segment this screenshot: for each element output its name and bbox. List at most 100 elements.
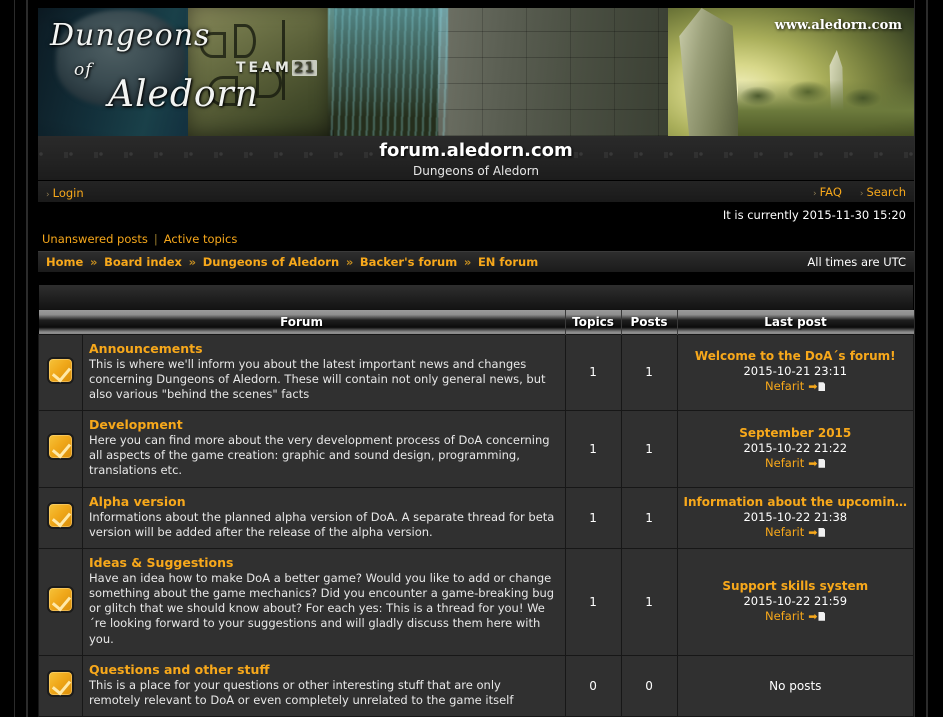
forum-table-header-row: Forum Topics Posts Last post	[38, 310, 914, 334]
forum-table-body: Announcements This is where we'll inform …	[38, 333, 915, 717]
goto-last-post-arrow-icon[interactable]: ➡	[808, 457, 817, 470]
last-post-author-row: Nefarit ➡	[684, 609, 907, 623]
nav-right-group: › FAQ › Search	[813, 185, 906, 199]
forum-title-link[interactable]: Ideas & Suggestions	[89, 555, 555, 570]
frame-rail-left-3	[27, 0, 28, 717]
quicklinks-separator: |	[153, 232, 158, 246]
forum-row: Alpha version Informations about the plan…	[38, 486, 915, 549]
forum-title-link[interactable]: Questions and other stuff	[89, 662, 555, 677]
page-root: Dungeons of Aledorn TEAM 21 www.aledorn.c…	[0, 0, 943, 717]
goto-last-post-arrow-icon[interactable]: ➡	[808, 610, 817, 623]
forum-topics-count: 1	[564, 547, 622, 656]
forum-unread-icon[interactable]	[47, 356, 74, 384]
current-time-row: It is currently 2015-11-30 15:20	[38, 203, 914, 227]
last-post-title-link[interactable]: September 2015	[684, 426, 907, 440]
last-post-title-link[interactable]: Support skills system	[684, 579, 907, 593]
last-post-author-link[interactable]: Nefarit	[765, 609, 804, 623]
forum-info-cell: Announcements This is where we'll inform …	[82, 333, 566, 412]
forum-posts-count: 1	[620, 333, 678, 412]
breadcrumb-item-en-forum[interactable]: EN forum	[478, 255, 538, 269]
forum-icon-cell	[38, 486, 83, 549]
forum-icon-cell	[38, 654, 83, 717]
team-number: 21	[291, 60, 318, 76]
last-post-page-icon[interactable]	[818, 527, 826, 537]
forum-description: Have an idea how to make DoA a better ga…	[89, 570, 555, 646]
last-post-page-icon[interactable]	[818, 458, 826, 468]
forum-unread-icon[interactable]	[47, 670, 74, 698]
bullet-arrow-icon: ›	[46, 190, 50, 200]
forum-icon-cell	[38, 547, 83, 656]
team21-logo: TEAM 21	[236, 60, 318, 76]
main-nav-bar: › Login › FAQ › Search	[38, 181, 914, 203]
last-post-date: 2015-10-22 21:22	[743, 440, 848, 455]
breadcrumb-separator-icon: »	[463, 255, 472, 269]
bullet-arrow-icon: ›	[812, 188, 817, 199]
forum-posts-count: 1	[620, 547, 678, 656]
active-topics-link[interactable]: Active topics	[164, 232, 238, 246]
forum-unread-icon[interactable]	[47, 502, 74, 530]
forum-posts-count: 1	[620, 486, 678, 549]
site-description: Dungeons of Aledorn	[412, 164, 540, 178]
forum-last-post-cell: September 2015 2015-10-22 21:22 Nefarit ➡	[676, 410, 915, 488]
faq-link[interactable]: › FAQ	[813, 185, 842, 199]
last-post-author-link[interactable]: Nefarit	[765, 379, 804, 393]
unanswered-posts-link[interactable]: Unanswered posts	[42, 232, 148, 246]
site-banner[interactable]: Dungeons of Aledorn TEAM 21 www.aledorn.c…	[38, 8, 914, 136]
breadcrumb-separator-icon: »	[89, 255, 98, 269]
frame-rail-right-1	[914, 0, 915, 717]
last-post-date: 2015-10-22 21:59	[743, 593, 848, 608]
column-header-posts: Posts	[621, 310, 678, 334]
bullet-arrow-icon: ›	[859, 188, 864, 199]
forum-info-cell: Ideas & Suggestions Have an idea how to m…	[82, 547, 566, 656]
last-post-page-icon[interactable]	[818, 611, 826, 621]
last-post-page-icon[interactable]	[818, 382, 826, 392]
forum-info-cell: Development Here you can find more about …	[82, 410, 566, 488]
forum-icon-cell	[38, 333, 83, 412]
forum-topics-count: 1	[564, 410, 622, 488]
forum-description: Informations about the planned alpha ver…	[89, 509, 555, 539]
banner-site-url: www.aledorn.com	[774, 18, 902, 33]
breadcrumb: Home » Board index » Dungeons of Aledorn…	[38, 251, 914, 273]
forum-last-post-cell: Welcome to the DoA´s forum! 2015-10-21 23…	[676, 333, 915, 412]
column-header-topics: Topics	[565, 310, 622, 334]
forum-last-post-cell: Support skills system 2015-10-22 21:59 Nef…	[676, 547, 915, 656]
frame-rail-right-3	[927, 0, 928, 717]
breadcrumb-items: Home » Board index » Dungeons of Aledorn…	[46, 255, 807, 269]
breadcrumb-item-backers-forum[interactable]: Backer's forum	[360, 255, 457, 269]
content-wrapper: Dungeons of Aledorn TEAM 21 www.aledorn.c…	[38, 0, 915, 717]
forum-row: Development Here you can find more about …	[38, 410, 915, 488]
breadcrumb-separator-icon: »	[345, 255, 354, 269]
site-name: forum.aledorn.com	[379, 140, 573, 161]
current-time-text: It is currently 2015-11-30 15:20	[722, 208, 906, 222]
goto-last-post-arrow-icon[interactable]: ➡	[808, 526, 817, 539]
frame-rail-left-1	[14, 0, 15, 717]
breadcrumb-item-home[interactable]: Home	[46, 255, 83, 269]
forum-info-cell: Alpha version Informations about the plan…	[82, 486, 566, 549]
column-header-forum: Forum	[38, 310, 566, 334]
last-post-title-link[interactable]: Information about the upcomin…	[684, 495, 907, 509]
breadcrumb-item-dungeons-of-aledorn[interactable]: Dungeons of Aledorn	[203, 255, 339, 269]
forum-title-link[interactable]: Announcements	[89, 341, 555, 356]
breadcrumb-item-board-index[interactable]: Board index	[104, 255, 182, 269]
forum-title-link[interactable]: Alpha version	[89, 494, 555, 509]
search-label: Search	[866, 184, 906, 199]
login-link[interactable]: › Login	[46, 186, 84, 200]
forum-topics-count: 1	[564, 486, 622, 549]
forum-description: Here you can find more about the very de…	[89, 433, 550, 478]
site-title-bar: forum.aledorn.com Dungeons of Aledorn	[38, 136, 914, 181]
last-post-author-link[interactable]: Nefarit	[765, 456, 804, 470]
login-label: Login	[52, 186, 84, 200]
last-post-author-link[interactable]: Nefarit	[765, 525, 804, 539]
forum-row: Questions and other stuff This is a place…	[38, 654, 915, 717]
forum-table-head: Forum Topics Posts Last post	[38, 310, 914, 334]
forum-title-link[interactable]: Development	[89, 417, 555, 432]
forum-topics-count: 1	[564, 333, 622, 412]
goto-last-post-arrow-icon[interactable]: ➡	[808, 380, 817, 393]
forum-row: Ideas & Suggestions Have an idea how to m…	[38, 547, 915, 656]
last-post-title-link[interactable]: Welcome to the DoA´s forum!	[684, 349, 907, 363]
forum-posts-count: 1	[620, 410, 678, 488]
column-header-last-post: Last post	[677, 310, 914, 334]
forum-unread-icon[interactable]	[47, 586, 74, 614]
forum-unread-icon[interactable]	[47, 433, 74, 461]
search-link[interactable]: › Search	[860, 185, 906, 199]
